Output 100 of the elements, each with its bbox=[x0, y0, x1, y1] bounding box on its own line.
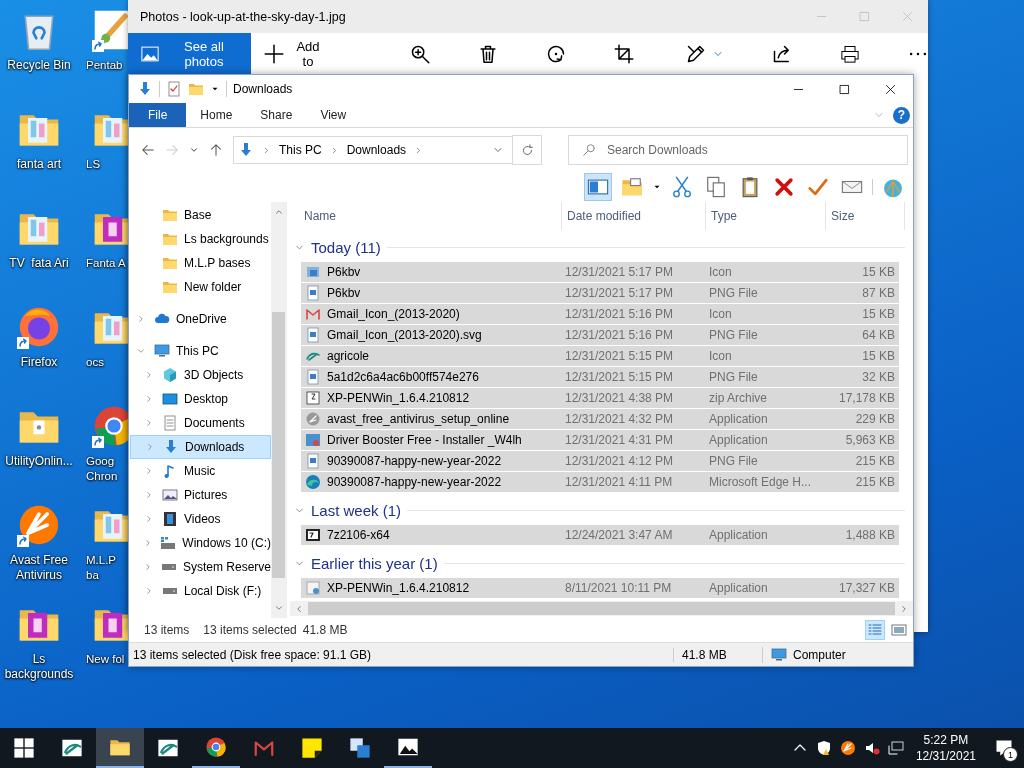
file-row[interactable]: avast_free_antivirus_setup_online 12/31/2021 4:32 PM Application 229 KB bbox=[301, 409, 899, 430]
app-icon bbox=[305, 432, 321, 448]
column-header[interactable]: Size bbox=[826, 202, 905, 230]
file-row[interactable]: XP-PENWin_1.6.4.210812 12/31/2021 4:38 PM zip Archive 17,178 KB bbox=[301, 388, 899, 409]
nav-item[interactable]: This PC bbox=[130, 339, 271, 363]
file-name: Driver Booster Free - Installer _W4lh bbox=[327, 433, 522, 447]
window-title: Downloads bbox=[233, 82, 293, 96]
file-row[interactable]: Gmail_Icon_(2013-2020) 12/31/2021 5:16 PM Icon 15 KB bbox=[301, 304, 899, 325]
ribbon-tab[interactable]: View bbox=[306, 103, 361, 127]
icon-label[interactable]: Ls backgrounds bbox=[0, 652, 78, 682]
back-arrow-icon[interactable] bbox=[141, 143, 155, 157]
icon-label[interactable]: TV fata Ari bbox=[9, 256, 69, 271]
monitor-icon bbox=[771, 646, 787, 663]
search-field[interactable]: Search Downloads bbox=[568, 135, 908, 165]
nav-item[interactable]: System Reserve bbox=[130, 555, 271, 579]
screen-icon bbox=[162, 391, 178, 407]
nav-item[interactable]: Videos bbox=[130, 507, 271, 531]
file-row[interactable]: 90390087-happy-new-year-2022 12/31/2021 4:12 PM PNG File 215 KB bbox=[301, 451, 899, 472]
nav-item[interactable]: Pictures bbox=[130, 483, 271, 507]
photo-icon bbox=[397, 736, 419, 758]
icon-label[interactable]: Recycle Bin bbox=[7, 58, 71, 73]
checkmark-icon bbox=[807, 176, 829, 198]
taskbar-app[interactable] bbox=[96, 728, 144, 768]
icon-label[interactable]: UtilityOnlin... bbox=[5, 454, 73, 469]
trash-icon[interactable] bbox=[478, 44, 498, 64]
icon-label[interactable]: Goog Chron bbox=[86, 454, 126, 484]
folder-icon bbox=[162, 231, 178, 247]
nav-item[interactable]: OneDrive bbox=[130, 307, 271, 331]
nav-item[interactable]: Windows 10 (C:) bbox=[130, 531, 271, 555]
nav-item[interactable]: M.L.P bases bbox=[130, 251, 271, 275]
help-button[interactable]: ? bbox=[893, 106, 910, 124]
address-bar[interactable]: This PC Downloads bbox=[233, 136, 513, 164]
column-header[interactable]: Name bbox=[290, 202, 562, 230]
breadcrumb-item[interactable]: This PC bbox=[279, 143, 322, 157]
date-cell-text: 12/31/2021 4:38 PM bbox=[565, 391, 675, 405]
icon-label[interactable]: Pentab bbox=[86, 58, 126, 73]
preview-pane-icon bbox=[587, 176, 609, 198]
checklist-icon[interactable] bbox=[166, 81, 182, 97]
file-name: 90390087-happy-new-year-2022 bbox=[327, 454, 502, 468]
network-icon[interactable] bbox=[887, 740, 904, 756]
icon-label[interactable]: M.L.P ba bbox=[86, 553, 126, 583]
printer-icon[interactable] bbox=[840, 44, 860, 64]
up-arrow-icon[interactable] bbox=[209, 143, 223, 157]
file-row[interactable]: 5a1d2c6a4ac6b00ff574e276 12/31/2021 5:15 PM PNG File 32 KB bbox=[301, 367, 899, 388]
column-header[interactable]: Date modified bbox=[562, 202, 706, 230]
file-row[interactable]: 90390087-happy-new-year-2022 12/31/2021 4:11 PM Microsoft Edge H... 215 KB bbox=[301, 472, 899, 493]
breadcrumb-item[interactable]: Downloads bbox=[346, 143, 407, 157]
file-row[interactable]: agricole 12/31/2021 5:15 PM Icon 15 KB bbox=[301, 346, 899, 367]
file-row[interactable]: P6kbv 12/31/2021 5:17 PM Icon 15 KB bbox=[301, 262, 899, 283]
browser-icon[interactable] bbox=[17, 305, 61, 349]
nav-item[interactable]: Desktop bbox=[130, 387, 271, 411]
folder-icon bbox=[162, 279, 178, 295]
nav-item[interactable]: Base bbox=[130, 203, 271, 227]
see-all-photos-button[interactable]: See all photos bbox=[128, 33, 251, 75]
download-arrow-icon[interactable] bbox=[137, 81, 153, 97]
icon-label[interactable]: Avast Free Antivirus bbox=[0, 553, 78, 583]
icon-label[interactable]: fanta art bbox=[17, 157, 61, 172]
vertical-scrollbar[interactable] bbox=[271, 202, 286, 618]
nav-item[interactable]: New folder bbox=[130, 275, 271, 299]
nav-item[interactable]: Local Disk (F:) bbox=[130, 579, 271, 603]
clock-date[interactable]: 12/31/2021 bbox=[915, 748, 976, 764]
column-header[interactable]: Type bbox=[706, 202, 826, 230]
horizontal-scrollbar[interactable] bbox=[290, 601, 913, 616]
ribbon-tab[interactable]: Home bbox=[186, 103, 247, 127]
sticky-note-icon bbox=[301, 737, 323, 759]
file-name: 5a1d2c6a4ac6b00ff574e276 bbox=[327, 370, 479, 384]
add-to-button[interactable]: Add to bbox=[260, 39, 326, 69]
refresh-button[interactable] bbox=[512, 135, 542, 165]
nav-item[interactable]: Documents bbox=[130, 411, 271, 435]
ribbon-tab[interactable]: Share bbox=[246, 103, 307, 127]
security-icon[interactable] bbox=[815, 740, 832, 756]
nav-item[interactable]: Music bbox=[130, 459, 271, 483]
icon-label[interactable]: Fanta A bbox=[86, 256, 126, 271]
crop-icon[interactable] bbox=[614, 44, 634, 64]
icon-label[interactable]: New fol bbox=[86, 652, 126, 667]
toolbar-button[interactable] bbox=[584, 173, 612, 201]
type-cell-text: Icon bbox=[709, 265, 733, 279]
zoom-in-icon[interactable] bbox=[410, 44, 430, 64]
pen-icon[interactable] bbox=[686, 44, 706, 64]
file-row[interactable]: P6kbv 12/31/2021 5:17 PM PNG File 87 KB bbox=[301, 283, 899, 304]
ribbon-tab[interactable]: File bbox=[129, 103, 187, 127]
nav-item[interactable]: Ls backgrounds bbox=[130, 227, 271, 251]
app-icon[interactable] bbox=[839, 740, 856, 756]
nav-item[interactable]: Downloads bbox=[130, 435, 271, 459]
maximize-icon[interactable] bbox=[838, 82, 851, 96]
file-row[interactable]: Driver Booster Free - Installer _W4lh 12/31/2021 4:31 PM Application 5,963 KB bbox=[301, 430, 899, 451]
volume-muted-icon[interactable] bbox=[863, 740, 880, 756]
folder-icon bbox=[162, 207, 178, 223]
file-row[interactable]: 7z2106-x64 12/24/2021 3:47 AM Application 1,488 KB bbox=[301, 525, 899, 546]
type-cell-text: Application bbox=[709, 528, 769, 542]
rotate-icon[interactable] bbox=[546, 44, 566, 64]
icon-label[interactable]: Firefox bbox=[20, 355, 58, 370]
share-icon[interactable] bbox=[772, 44, 792, 64]
file-row[interactable]: Gmail_Icon_(2013-2020).svg 12/31/2021 5:16 PM PNG File 64 KB bbox=[301, 325, 899, 346]
clock-time[interactable]: 5:22 PM bbox=[923, 732, 969, 748]
file-row[interactable]: XP-PENWin_1.6.4.210812 8/11/2021 10:11 PM Application 17,327 KB bbox=[301, 578, 899, 599]
icon-label[interactable]: LS bbox=[86, 157, 126, 172]
close-icon[interactable] bbox=[884, 82, 897, 96]
icon-label[interactable]: ocs bbox=[86, 355, 126, 370]
nav-item[interactable]: 3D Objects bbox=[130, 363, 271, 387]
